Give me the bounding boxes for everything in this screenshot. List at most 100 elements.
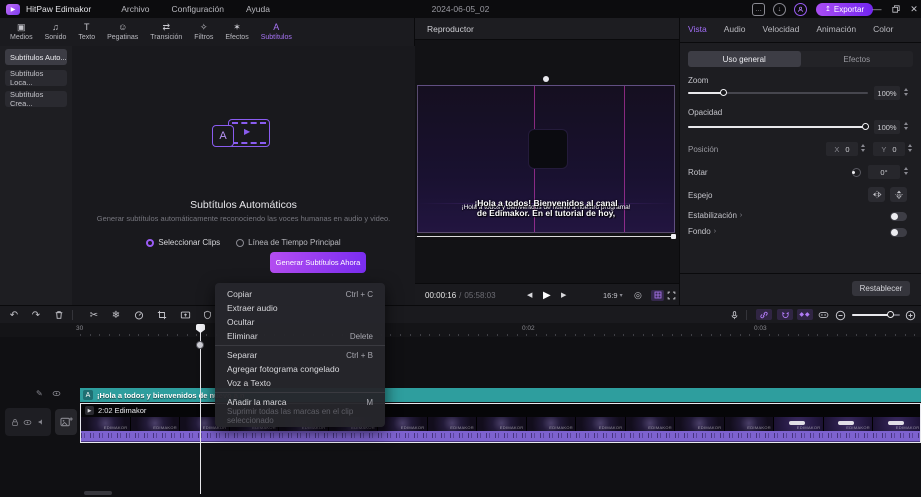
play-button[interactable]: ▶ [543, 290, 551, 301]
tab-animacion[interactable]: Animación [816, 24, 856, 34]
edit-pencil-icon[interactable]: ✎ [36, 389, 43, 398]
zoom-value[interactable]: 100% [874, 86, 900, 100]
tab-texto[interactable]: TTexto [72, 22, 101, 42]
timeline-zoom-slider[interactable] [852, 314, 900, 316]
opacity-value[interactable]: 100% [874, 120, 900, 134]
freeze-frame-button[interactable]: ❄ [108, 307, 124, 323]
selection-handle[interactable] [671, 234, 676, 239]
playhead-line[interactable] [200, 324, 201, 494]
tab-vista[interactable]: Vista [688, 24, 707, 34]
tab-audio[interactable]: Audio [724, 24, 746, 34]
crop-button[interactable] [154, 307, 170, 323]
tab-sonido[interactable]: ♫Sonido [39, 22, 73, 42]
tab-color[interactable]: Color [873, 24, 893, 34]
eye-icon[interactable] [23, 419, 32, 426]
background-toggle[interactable] [890, 228, 907, 237]
menu-item-ocultar[interactable]: Ocultar [215, 315, 385, 329]
position-y-stepper[interactable] [908, 144, 912, 152]
position-x-field[interactable]: X0 [826, 142, 858, 156]
subtitle-clip[interactable]: A ¡Hola a todos y bienvenidos de nuevo a… [80, 388, 921, 402]
segment-uso-general[interactable]: Uso general [688, 51, 801, 67]
sidebar-item-subtitulos-automaticos[interactable]: Subtítulos Auto... [5, 49, 67, 65]
rotate-stepper[interactable] [904, 167, 908, 175]
menu-item-copiar[interactable]: CopiarCtrl + C [215, 287, 385, 301]
keyframe-button[interactable]: ◆◆ [797, 309, 813, 320]
horizontal-scrollbar-thumb[interactable] [84, 491, 112, 495]
tab-efectos[interactable]: ✶Efectos [219, 22, 254, 42]
add-media-button[interactable] [55, 409, 77, 435]
tab-pegatinas[interactable]: ☺Pegatinas [101, 22, 144, 42]
menu-item-separar[interactable]: SepararCtrl + B [215, 348, 385, 362]
menu-item-extraer-audio[interactable]: Extraer audio [215, 301, 385, 315]
tab-medios[interactable]: ▣Medios [4, 22, 39, 42]
undo-button[interactable]: ↶ [6, 307, 22, 323]
menu-archivo[interactable]: Archivo [121, 4, 149, 14]
next-frame-button[interactable]: ▶ [561, 291, 566, 299]
subtitle-overlay-line1[interactable]: ¡Hola a todos! Bienvenidos al canal [418, 198, 674, 208]
sidebar-item-subtitulos-locales[interactable]: Subtítulos Loca... [5, 70, 67, 86]
menu-item-agregar-fotograma[interactable]: Agregar fotograma congelado [215, 362, 385, 376]
opacity-slider[interactable] [688, 126, 868, 128]
mute-speaker-icon[interactable] [37, 418, 45, 426]
video-preview[interactable]: ¡Hola a todos y bienvenidos de nuevo a n… [417, 85, 675, 233]
rotate-value[interactable]: 0° [868, 165, 900, 179]
account-icon[interactable] [794, 3, 807, 16]
menu-configuracion[interactable]: Configuración [172, 4, 224, 14]
flip-horizontal-button[interactable] [868, 187, 885, 202]
rotate-dial-icon[interactable] [852, 168, 861, 177]
tab-filtros[interactable]: ✧Filtros [188, 22, 219, 42]
minimize-button[interactable]: — [869, 3, 885, 15]
eye-icon[interactable] [52, 390, 61, 397]
timeline-zoom-out-button[interactable] [832, 307, 848, 323]
subtitle-overlay-line2[interactable]: de Edimakor. En el tutorial de hoy, [418, 208, 674, 218]
update-icon[interactable]: ↓ [773, 3, 786, 16]
split-scissors-button[interactable]: ✂ [86, 307, 102, 323]
zoom-slider[interactable] [688, 92, 868, 94]
snapshot-icon[interactable]: ◎ [634, 290, 642, 301]
stabilization-toggle[interactable] [890, 212, 907, 221]
position-y-field[interactable]: Y0 [873, 142, 905, 156]
zoom-slider-thumb[interactable] [720, 89, 727, 96]
playhead-node[interactable] [196, 341, 204, 349]
position-x-stepper[interactable] [861, 144, 865, 152]
ripple-edit-button[interactable] [815, 307, 831, 323]
radio-linea-de-tiempo[interactable]: Línea de Tiempo Principal [236, 238, 341, 247]
timeline-zoom-in-button[interactable] [902, 307, 918, 323]
opacity-slider-thumb[interactable] [862, 123, 869, 130]
aspect-ratio-select[interactable]: 16:9 ▾ [603, 291, 623, 300]
reset-button[interactable]: Restablecer [852, 281, 910, 296]
zoom-stepper[interactable] [904, 88, 908, 96]
export-frame-button[interactable] [177, 307, 193, 323]
export-button[interactable]: ↥ Exportar [816, 3, 873, 16]
flip-vertical-button[interactable] [890, 187, 907, 202]
link-clips-button[interactable] [756, 309, 772, 320]
radio-seleccionar-clips[interactable]: Seleccionar Clips [146, 238, 220, 247]
timeline-ruler[interactable]: 30 0:02 0:03 [0, 323, 921, 337]
menu-ayuda[interactable]: Ayuda [246, 4, 270, 14]
fullscreen-icon[interactable] [667, 291, 676, 300]
segment-efectos[interactable]: Efectos [801, 51, 914, 67]
magnet-button[interactable] [777, 309, 793, 320]
timeline-zoom-thumb[interactable] [887, 311, 894, 318]
feedback-icon[interactable]: … [752, 3, 765, 16]
speed-button[interactable] [131, 307, 147, 323]
opacity-stepper[interactable] [904, 122, 908, 130]
delete-button[interactable] [51, 307, 67, 323]
redo-button[interactable]: ↷ [28, 307, 44, 323]
record-voice-mic-icon[interactable] [726, 307, 742, 323]
rotate-handle-icon[interactable] [543, 76, 549, 82]
menu-item-voz-a-texto[interactable]: Voz a Texto [215, 376, 385, 390]
tab-velocidad[interactable]: Velocidad [763, 24, 800, 34]
close-button[interactable]: ✕ [906, 3, 921, 15]
grid-view-button[interactable] [651, 290, 664, 301]
generate-subtitles-button[interactable]: Generar Subtítulos Ahora [270, 252, 366, 273]
marker-shield-button[interactable] [199, 307, 215, 323]
tab-subtitulos[interactable]: ASubtítulos [255, 22, 298, 42]
previous-frame-button[interactable]: ◀ [527, 291, 532, 299]
sidebar-item-subtitulos-creados[interactable]: Subtítulos Crea... [5, 91, 67, 107]
menu-item-eliminar[interactable]: EliminarDelete [215, 329, 385, 343]
video-clip[interactable]: ▶ 2:02 Edimakor EDIMAKOREDIMAKOREDIMAKOR… [80, 403, 921, 443]
tab-transicion[interactable]: ⇄Transición [144, 22, 188, 42]
restore-button[interactable] [888, 3, 904, 15]
lock-icon[interactable] [11, 418, 19, 427]
